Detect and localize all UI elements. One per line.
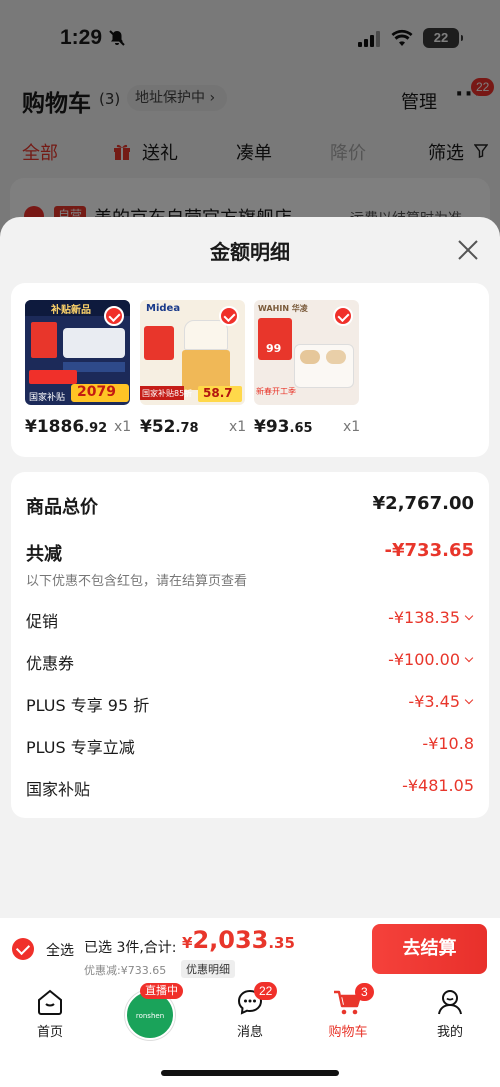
coupon-value[interactable]: -¥100.00 [388,650,474,669]
price-decimal: .65 [289,421,313,436]
selected-summary: 已选 3件,合计: [84,940,177,956]
sheet-title: 金额明细 [210,240,290,264]
home-icon[interactable] [36,988,64,1016]
product-image-price: 58.7 [203,386,233,400]
plus-95-label: PLUS 专享 95 折 [26,696,150,715]
product-image-label: WAHIN 华凌 [258,304,308,313]
product-price: ¥1886.92 [25,417,107,437]
price-integer: ¥1886 [25,417,85,437]
cart-badge: 3 [355,983,374,1001]
product-price: ¥93.65 [254,417,313,437]
product-image-stew-pot[interactable]: WAHIN 华凌 99 新春开工季 [254,300,359,405]
product-qty: x1 [114,419,132,435]
product-image-label: Midea [146,303,181,314]
price-integer: ¥52 [140,417,176,437]
promo-value[interactable]: -¥138.35 [388,608,474,627]
total-integer: 2,033 [192,926,269,954]
price-integer: ¥93 [254,417,290,437]
product-image-sub: 国家补贴85折 [142,389,193,398]
product-selected-check-icon [104,306,124,326]
live-avatar-text: ronshen [135,1012,165,1020]
product-qty: x1 [343,419,361,435]
tab-home[interactable]: 首页 [20,1021,80,1040]
product-selected-check-icon [219,306,239,326]
product-qty: x1 [229,419,247,435]
price-decimal: .92 [84,421,108,436]
coupon-label: 优惠券 [26,654,75,673]
select-all-label[interactable]: 全选 [46,940,74,960]
product-image-sub: 国家补贴 [29,393,66,403]
discount-value: -¥733.65 [384,540,474,561]
tab-messages[interactable]: 消息 [220,1021,280,1040]
close-icon[interactable] [456,238,480,262]
profile-icon[interactable] [436,988,464,1016]
total-price: ¥2,033.35 [182,926,295,954]
price-decimal: .78 [175,421,199,436]
select-all-check-icon[interactable] [12,938,34,960]
product-image-price: 2079 [77,384,116,400]
promo-amount: -¥138.35 [388,608,460,627]
price-summary-card: 商品总价 ¥2,767.00 共减 -¥733.65 以下优惠不包含红包，请在结… [11,472,489,818]
product-image-sub: 新春开工季 [256,387,296,396]
product-image-price: 99 [266,342,282,355]
discount-summary: 优惠减:¥733.65 [84,964,167,977]
plus-95-amount: -¥3.45 [408,692,460,711]
product-image-label: 补贴新品 [51,305,91,316]
discount-detail-button[interactable]: 优惠明细 [181,960,235,978]
product-image-water-heater[interactable]: 补贴新品 2079 国家补贴 [25,300,130,405]
product-price: ¥52.78 [140,417,199,437]
live-badge: 直播中 [140,983,183,999]
product-list-card: 补贴新品 2079 国家补贴 ¥1886.92 x1 Midea 58.7 国家… [11,283,489,457]
discount-note: 以下优惠不包含红包，请在结算页查看 [26,574,248,589]
tab-cart[interactable]: 购物车 [318,1021,378,1040]
currency-symbol: ¥ [182,934,193,952]
total-value: ¥2,767.00 [372,493,474,514]
chevron-down-icon [464,653,474,663]
total-label: 商品总价 [26,497,98,518]
plus-instant-label: PLUS 专享立减 [26,738,135,757]
promo-label: 促销 [26,612,59,631]
checkout-button[interactable]: 去结算 [372,924,487,974]
tab-profile[interactable]: 我的 [420,1021,480,1040]
national-subsidy-value: -¥481.05 [402,776,474,795]
total-decimal: .35 [268,934,295,952]
national-subsidy-label: 国家补贴 [26,780,91,799]
plus-95-value[interactable]: -¥3.45 [408,692,474,711]
discount-label: 共减 [26,544,62,565]
message-badge: 22 [254,982,278,1000]
product-image-food-processor[interactable]: Midea 58.7 国家补贴85折 [140,300,245,405]
coupon-amount: -¥100.00 [388,650,460,669]
home-indicator [161,1070,339,1076]
product-selected-check-icon [333,306,353,326]
chevron-down-icon [464,611,474,621]
plus-instant-value: -¥10.8 [422,734,474,753]
chevron-down-icon [464,695,474,705]
